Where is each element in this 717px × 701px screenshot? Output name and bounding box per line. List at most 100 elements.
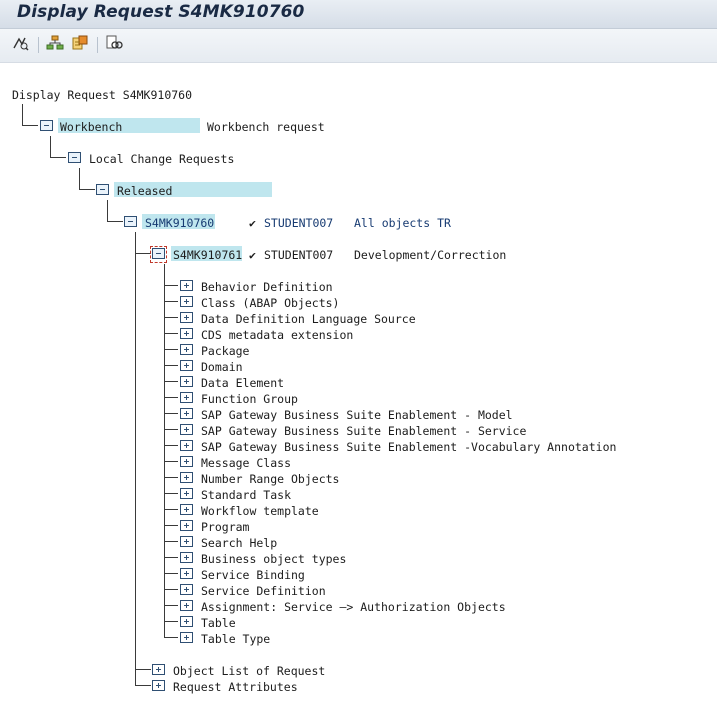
- object-type-item[interactable]: Number Range Objects: [201, 471, 339, 487]
- folder-closed-icon[interactable]: [180, 520, 193, 531]
- tree-connector: [107, 221, 123, 222]
- tree-connector: [164, 573, 178, 574]
- object-type-item[interactable]: CDS metadata extension: [201, 327, 353, 343]
- tree-connector: [164, 301, 178, 302]
- folder-closed-icon[interactable]: [180, 472, 193, 483]
- task-description: Development/Correction: [354, 248, 507, 262]
- display-change-button[interactable]: [11, 36, 31, 54]
- object-type-item[interactable]: SAP Gateway Business Suite Enablement - …: [201, 407, 513, 423]
- object-type-item[interactable]: Data Definition Language Source: [201, 311, 416, 327]
- folder-closed-icon[interactable]: [180, 440, 193, 451]
- tree-node-request-attributes[interactable]: Request Attributes: [173, 679, 298, 695]
- folder-closed-icon[interactable]: [180, 632, 193, 643]
- folder-closed-icon[interactable]: [180, 424, 193, 435]
- tree-connector: [164, 525, 178, 526]
- workbench-description: Workbench request: [207, 120, 325, 134]
- tree-connector: [164, 477, 178, 478]
- object-type-item[interactable]: Search Help: [201, 535, 277, 551]
- tree-connector: [164, 264, 165, 637]
- folder-closed-icon[interactable]: [180, 600, 193, 611]
- request-description: All objects TR: [354, 216, 451, 230]
- folder-closed-icon[interactable]: [180, 504, 193, 515]
- object-type-item[interactable]: Package: [201, 343, 249, 359]
- tree-connector: [164, 461, 178, 462]
- object-type-item[interactable]: Message Class: [201, 455, 291, 471]
- folder-closed-icon[interactable]: [180, 584, 193, 595]
- folder-closed-icon[interactable]: [152, 664, 165, 675]
- object-type-item[interactable]: Workflow template: [201, 503, 319, 519]
- folder-open-icon[interactable]: [124, 216, 137, 227]
- tree-node-task[interactable]: S4MK910761: [173, 247, 242, 263]
- find-button[interactable]: [104, 35, 124, 55]
- tree-connector: [164, 397, 178, 398]
- folder-closed-icon[interactable]: [180, 456, 193, 467]
- tree-connector: [164, 349, 178, 350]
- object-type-item[interactable]: SAP Gateway Business Suite Enablement - …: [201, 423, 526, 439]
- tree-connector: [164, 285, 178, 286]
- folder-closed-icon[interactable]: [180, 408, 193, 419]
- object-type-item[interactable]: Business object types: [201, 551, 346, 567]
- tree-root-label: Display Request S4MK910760: [12, 88, 193, 102]
- object-type-item[interactable]: Table Type: [201, 631, 270, 647]
- folder-open-icon[interactable]: [152, 248, 165, 259]
- object-type-item[interactable]: Service Definition: [201, 583, 326, 599]
- folder-closed-icon[interactable]: [152, 680, 165, 691]
- tree-connector: [164, 637, 178, 638]
- tree-connector: [79, 168, 80, 189]
- object-type-item[interactable]: Assignment: Service —> Authorization Obj…: [201, 599, 506, 615]
- folder-open-icon[interactable]: [68, 152, 81, 163]
- object-type-item[interactable]: Function Group: [201, 391, 298, 407]
- tree-node-object-list[interactable]: Object List of Request: [173, 663, 325, 679]
- tree-node-workbench[interactable]: Workbench: [60, 119, 122, 135]
- tree-connector: [135, 669, 151, 670]
- object-type-item[interactable]: Service Binding: [201, 567, 305, 583]
- tree-node-released[interactable]: Released: [117, 183, 172, 199]
- object-type-item[interactable]: Behavior Definition: [201, 279, 333, 295]
- tree-node-local-change-requests[interactable]: Local Change Requests: [89, 151, 234, 167]
- tree-connector: [50, 157, 66, 158]
- object-type-item[interactable]: SAP Gateway Business Suite Enablement -V…: [201, 439, 616, 455]
- object-type-item[interactable]: Class (ABAP Objects): [201, 295, 339, 311]
- tree-node-request[interactable]: S4MK910760: [145, 215, 214, 231]
- tree-connector: [164, 445, 178, 446]
- folder-open-icon[interactable]: [40, 120, 53, 131]
- folder-closed-icon[interactable]: [180, 344, 193, 355]
- folder-closed-icon[interactable]: [180, 488, 193, 499]
- folder-closed-icon[interactable]: [180, 328, 193, 339]
- tree-connector: [164, 429, 178, 430]
- toolbar-separator: [97, 37, 98, 53]
- folder-closed-icon[interactable]: [180, 392, 193, 403]
- tree-connector: [164, 317, 178, 318]
- tree-connector: [50, 136, 51, 157]
- tree-connector: [164, 621, 178, 622]
- folder-closed-icon[interactable]: [180, 280, 193, 291]
- folder-closed-icon[interactable]: [180, 568, 193, 579]
- tree-connector: [164, 333, 178, 334]
- object-type-item[interactable]: Table: [201, 615, 236, 631]
- folder-open-icon[interactable]: [96, 184, 109, 195]
- tree-connector: [107, 200, 108, 221]
- tree-connector: [164, 365, 178, 366]
- folder-closed-icon[interactable]: [180, 312, 193, 323]
- folder-closed-icon[interactable]: [180, 360, 193, 371]
- folder-closed-icon[interactable]: [180, 296, 193, 307]
- tree-connector: [164, 589, 178, 590]
- title-bar: Display Request S4MK910760: [0, 0, 717, 29]
- folder-closed-icon[interactable]: [180, 376, 193, 387]
- tree-connector: [135, 685, 151, 686]
- tree-connector: [164, 509, 178, 510]
- folder-closed-icon[interactable]: [180, 552, 193, 563]
- object-type-item[interactable]: Program: [201, 519, 249, 535]
- transport-button[interactable]: [70, 35, 90, 55]
- request-check-icon: ✔: [249, 216, 256, 230]
- object-type-item[interactable]: Domain: [201, 359, 243, 375]
- object-type-item[interactable]: Standard Task: [201, 487, 291, 503]
- transport-icon: [71, 35, 89, 55]
- folder-closed-icon[interactable]: [180, 616, 193, 627]
- hierarchy-button[interactable]: [45, 35, 65, 54]
- tree-connector: [135, 253, 151, 254]
- find-icon: [105, 35, 123, 55]
- object-type-item[interactable]: Data Element: [201, 375, 284, 391]
- folder-closed-icon[interactable]: [180, 536, 193, 547]
- display-change-icon: [12, 35, 30, 55]
